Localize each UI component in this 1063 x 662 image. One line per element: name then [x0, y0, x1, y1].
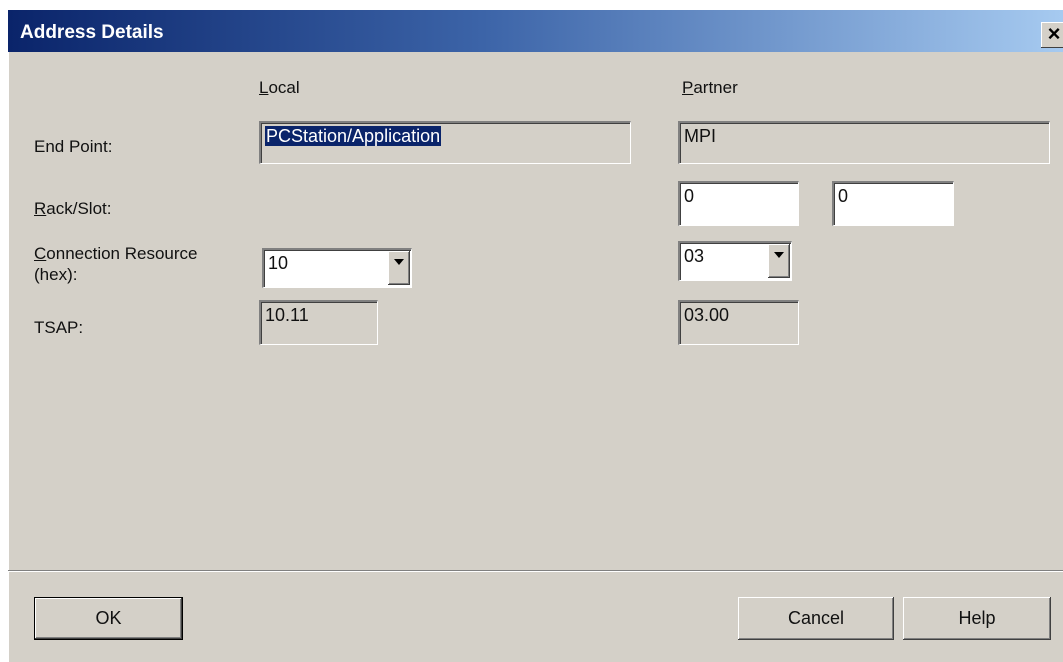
- close-button[interactable]: ×: [1041, 22, 1063, 48]
- local-end-point-value: PCStation/Application: [265, 126, 442, 146]
- chevron-down-icon[interactable]: [768, 244, 790, 278]
- local-connection-resource-value: 10: [268, 253, 289, 273]
- rack-slot-mnemonic: R: [34, 199, 47, 218]
- close-icon: ×: [1047, 21, 1061, 46]
- local-header-text: ocal: [268, 78, 300, 97]
- slot-input[interactable]: 0: [832, 181, 954, 226]
- slot-value: 0: [838, 186, 849, 206]
- partner-tsap-field: 03.00: [678, 300, 799, 345]
- partner-mnemonic: P: [682, 78, 694, 97]
- help-button[interactable]: Help: [903, 597, 1051, 640]
- chevron-down-icon[interactable]: [388, 251, 410, 285]
- rack-value: 0: [684, 186, 695, 206]
- tsap-label: TSAP:: [34, 318, 84, 337]
- connection-resource-label-hex: (hex):: [34, 265, 78, 284]
- connection-resource-text: onnection Resource: [46, 244, 198, 263]
- window-title: Address Details: [20, 22, 164, 43]
- local-tsap-value: 10.11: [265, 305, 309, 325]
- partner-end-point-field[interactable]: MPI: [678, 121, 1050, 164]
- address-details-dialog: [8, 10, 1063, 662]
- separator: [8, 570, 1063, 572]
- rack-slot-text: ack/Slot:: [46, 199, 112, 218]
- cancel-button[interactable]: Cancel: [738, 597, 894, 640]
- end-point-label: End Point:: [34, 137, 113, 156]
- connection-resource-label: Connection Resource: [34, 244, 198, 264]
- partner-connection-resource-select[interactable]: 03: [678, 241, 792, 281]
- connection-resource-mnemonic: C: [34, 244, 47, 263]
- partner-end-point-value: MPI: [684, 126, 717, 146]
- rack-slot-label: Rack/Slot:: [34, 199, 111, 219]
- partner-connection-resource-value: 03: [684, 246, 705, 266]
- partner-tsap-value: 03.00: [684, 305, 730, 325]
- local-end-point-field[interactable]: PCStation/Application: [259, 121, 631, 164]
- ok-button[interactable]: OK: [34, 597, 183, 640]
- local-tsap-field: 10.11: [259, 300, 378, 345]
- title-bar[interactable]: Address Details ×: [8, 10, 1063, 52]
- partner-header-text: artner: [693, 78, 738, 97]
- local-column-header: Local: [259, 78, 300, 98]
- partner-column-header: Partner: [682, 78, 738, 98]
- rack-input[interactable]: 0: [678, 181, 799, 226]
- local-connection-resource-select[interactable]: 10: [262, 248, 412, 288]
